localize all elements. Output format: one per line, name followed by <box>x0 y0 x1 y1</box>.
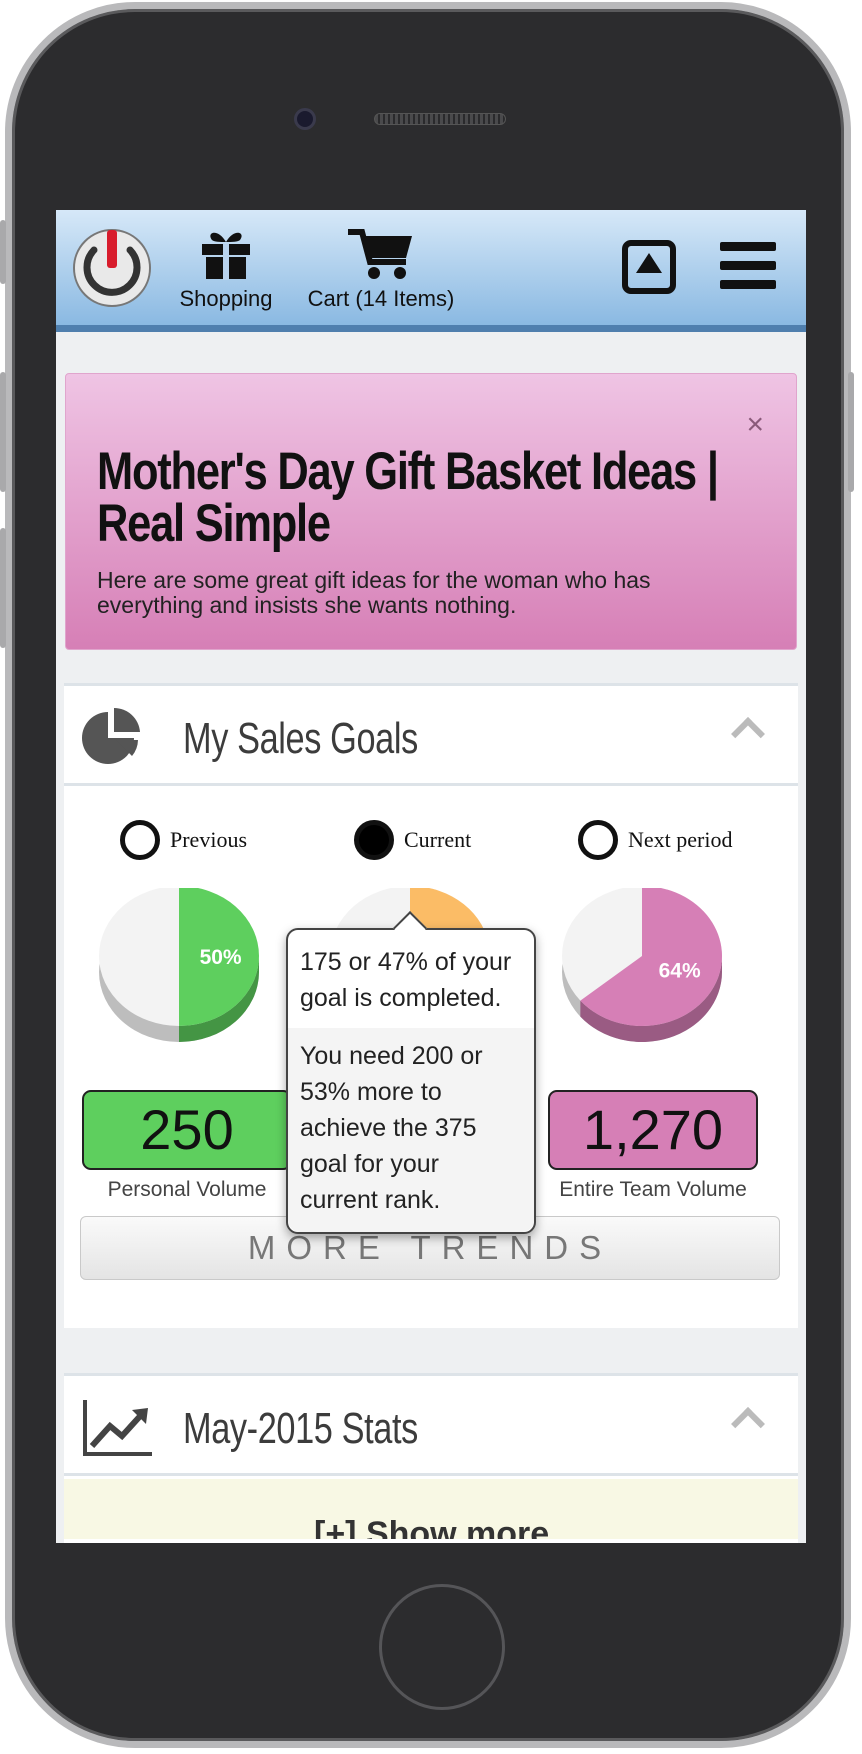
period-label: Previous <box>170 827 247 852</box>
promo-text: Here are some great gift ideas for the w… <box>97 567 651 618</box>
period-next[interactable]: Next period <box>578 820 732 860</box>
power-side-button <box>848 372 854 492</box>
collapse-icon[interactable] <box>731 717 765 751</box>
promo-banner: × Mother's Day Gift Basket Ideas | Real … <box>65 373 797 650</box>
menu-icon[interactable] <box>720 242 776 290</box>
upload-icon <box>636 253 662 273</box>
radio-selected-icon <box>354 820 394 860</box>
stats-header[interactable]: May-2015 Stats <box>64 1376 798 1476</box>
close-icon[interactable]: × <box>746 408 764 442</box>
camera-icon <box>294 108 316 130</box>
sales-goals-title: My Sales Goals <box>183 714 418 763</box>
tooltip-remaining-text: You need 200 or 53% more to achieve the … <box>288 1028 534 1232</box>
trend-chart-icon <box>83 1400 152 1456</box>
personal-volume-pie[interactable]: 50% <box>91 888 267 1048</box>
sales-goals-card: My Sales Goals Previous Current Next per… <box>64 683 798 1328</box>
team-volume-label: Entire Team Volume <box>559 1178 747 1201</box>
sales-goals-header[interactable]: My Sales Goals <box>64 686 798 786</box>
home-button[interactable] <box>379 1584 505 1710</box>
promo-title[interactable]: Mother's Day Gift Basket Ideas | Real Si… <box>97 445 737 550</box>
period-current[interactable]: Current <box>354 820 471 860</box>
period-previous[interactable]: Previous <box>120 820 247 860</box>
top-bar: Shopping Cart (14 Items) <box>56 210 806 332</box>
volume-down-button <box>0 528 6 648</box>
upload-button[interactable] <box>622 240 676 294</box>
cart-label: Cart (14 Items) <box>307 286 455 311</box>
show-more-link[interactable]: [+] Show more <box>314 1515 549 1539</box>
screen: Shopping Cart (14 Items) × Mother's Day … <box>56 210 806 1543</box>
mute-switch <box>0 220 6 284</box>
radio-icon <box>120 820 160 860</box>
power-icon[interactable] <box>70 224 154 308</box>
cart-icon <box>348 229 412 279</box>
speaker-grille <box>374 113 506 125</box>
period-selector: Previous Current Next period <box>64 820 798 868</box>
pie-chart-icon <box>82 707 140 764</box>
personal-volume-label: Personal Volume <box>107 1178 267 1201</box>
radio-icon <box>578 820 618 860</box>
pie-percent-label: 64% <box>659 959 701 982</box>
volume-up-button <box>0 372 6 492</box>
pie-percent-label: 50% <box>200 946 242 969</box>
personal-volume-value: 250 <box>82 1090 292 1170</box>
tooltip-completed-text: 175 or 47% of your goal is completed. <box>288 930 534 1028</box>
goal-tooltip: 175 or 47% of your goal is completed. Yo… <box>286 911 536 1234</box>
stats-body: [+] Show more <box>64 1479 798 1539</box>
period-label: Current <box>404 827 472 852</box>
team-volume-value: 1,270 <box>548 1090 758 1170</box>
cart-nav[interactable]: Cart (14 Items) <box>296 228 466 312</box>
collapse-icon[interactable] <box>731 1407 765 1441</box>
stats-card: May-2015 Stats [+] Show more <box>64 1373 798 1543</box>
shopping-nav[interactable]: Shopping <box>174 228 278 312</box>
team-volume-pie[interactable]: 64% <box>554 888 730 1048</box>
gift-icon <box>202 232 250 280</box>
period-label: Next period <box>628 827 733 852</box>
stats-title: May-2015 Stats <box>183 1404 418 1453</box>
shopping-label: Shopping <box>179 286 273 311</box>
